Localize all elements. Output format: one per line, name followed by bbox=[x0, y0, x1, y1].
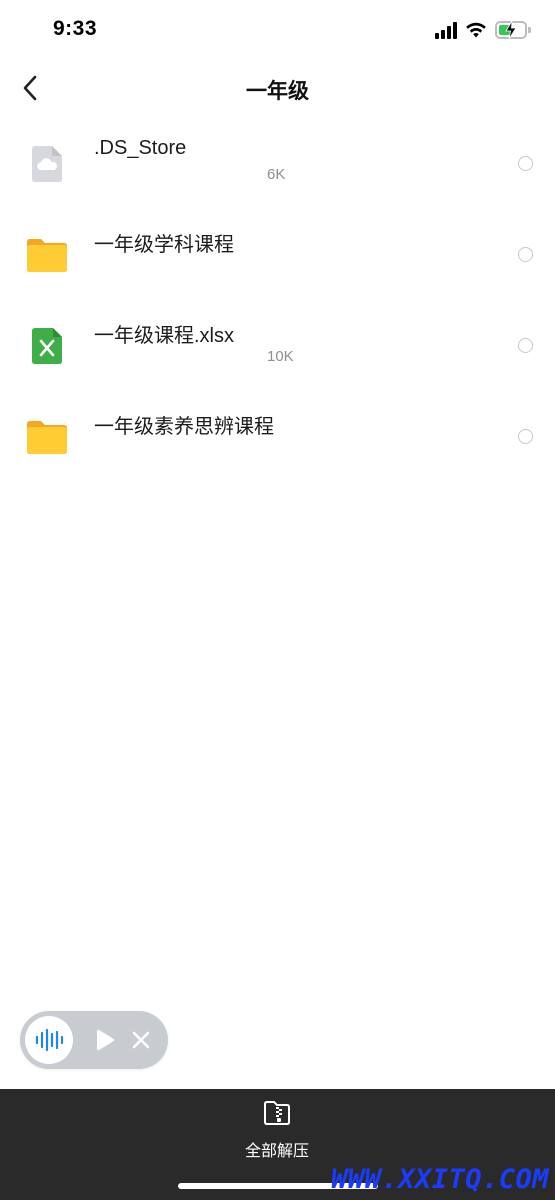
bottom-action-bar: 全部解压 WWW.XXITQ.COM bbox=[0, 1089, 555, 1200]
file-row-folder-literacy[interactable]: 一年级素养思辨课程 bbox=[0, 394, 555, 485]
audio-wave-icon bbox=[35, 1028, 64, 1052]
select-radio[interactable] bbox=[518, 247, 533, 262]
zip-folder-icon bbox=[264, 1101, 290, 1125]
signal-icon bbox=[435, 21, 457, 39]
close-player-button[interactable] bbox=[130, 1029, 152, 1051]
status-icons bbox=[435, 20, 531, 40]
file-name: 一年级素养思辨课程 bbox=[94, 416, 274, 438]
file-name: 一年级课程.xlsx bbox=[94, 325, 234, 347]
file-list: .DS_Store 6K 一年级学科课程 一年级课程.xlsx 10K 一年级素… bbox=[0, 121, 555, 485]
status-time: 9:33 bbox=[53, 17, 98, 40]
wifi-icon bbox=[466, 22, 486, 38]
file-name: 一年级学科课程 bbox=[94, 234, 234, 256]
extract-all-button[interactable]: 全部解压 bbox=[227, 1097, 327, 1160]
file-size: 10K bbox=[267, 348, 294, 365]
excel-file-icon bbox=[26, 325, 68, 367]
file-size: 6K bbox=[267, 166, 286, 183]
extract-all-label: 全部解压 bbox=[244, 1143, 309, 1160]
page-title: 一年级 bbox=[246, 80, 309, 103]
cloud-file-icon bbox=[26, 143, 68, 185]
folder-icon bbox=[26, 234, 68, 276]
select-radio[interactable] bbox=[518, 156, 533, 171]
select-radio[interactable] bbox=[518, 429, 533, 444]
file-row-folder-subjects[interactable]: 一年级学科课程 bbox=[0, 212, 555, 303]
watermark: WWW.XXITQ.COM bbox=[331, 1164, 549, 1195]
file-row-ds-store[interactable]: .DS_Store 6K bbox=[0, 121, 555, 212]
battery-charging-icon bbox=[495, 21, 531, 39]
folder-icon bbox=[26, 416, 68, 458]
audio-player bbox=[20, 1011, 168, 1069]
play-icon bbox=[97, 1029, 114, 1051]
file-name: .DS_Store bbox=[94, 137, 187, 159]
nav-bar: 一年级 bbox=[0, 60, 555, 120]
close-icon bbox=[132, 1031, 150, 1049]
play-button[interactable] bbox=[92, 1028, 116, 1052]
file-row-xlsx[interactable]: 一年级课程.xlsx 10K bbox=[0, 303, 555, 394]
audio-wave-button[interactable] bbox=[25, 1016, 73, 1064]
status-bar: 9:33 bbox=[0, 0, 555, 60]
select-radio[interactable] bbox=[518, 338, 533, 353]
